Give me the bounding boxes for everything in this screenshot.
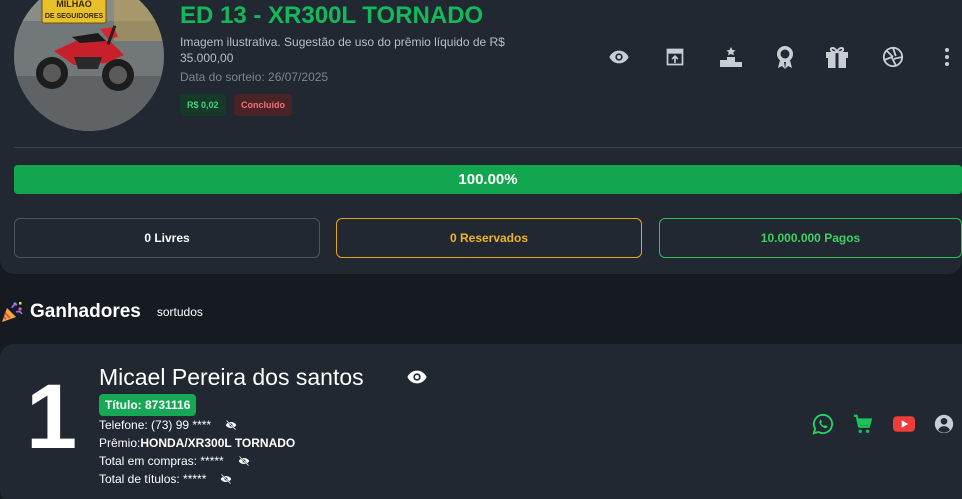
winner-prize-row: Prêmio: HONDA/XR300L TORNADO [99, 436, 295, 450]
winner-titles-row: Total de títulos: ***** [99, 472, 232, 486]
whatsapp-icon [812, 413, 834, 435]
view-button[interactable] [604, 42, 634, 72]
cart-icon [853, 414, 873, 433]
progress-label: 100.00% [458, 171, 518, 188]
whatsapp-button[interactable] [810, 412, 836, 436]
reveal-titles-button[interactable] [220, 473, 232, 485]
gift-icon [826, 46, 848, 68]
status-badge: Concluído [234, 94, 292, 116]
reveal-total-button[interactable] [238, 455, 250, 467]
profile-button[interactable] [931, 412, 957, 436]
reserved-count-button[interactable]: 0 Reservados [336, 218, 642, 258]
raffle-description: Imagem ilustrativa. Sugestão de uso do p… [180, 35, 505, 65]
ranking-button[interactable] [716, 42, 746, 72]
podium-icon [720, 47, 742, 67]
winner-total-row: Total em compras: ***** [99, 454, 250, 468]
image-banner-line2: DE SEGUIDORES [45, 13, 104, 20]
share-button[interactable] [660, 42, 690, 72]
draw-date: Data do sorteio: 26/07/2025 [180, 70, 329, 84]
eye-icon [407, 370, 427, 384]
aperture-button[interactable] [878, 42, 908, 72]
eye-off-icon [221, 473, 232, 485]
image-banner-line1: MILHÃO [56, 0, 92, 9]
winners-subtitle: sortudos [156, 305, 203, 319]
reveal-phone-button[interactable] [225, 419, 237, 431]
free-count-button[interactable]: 0 Livres [14, 218, 320, 258]
winners-title: Ganhadores [30, 301, 141, 322]
winner-card: 1 Micael Pereira dos santos Título: 8731… [0, 344, 962, 499]
paid-count-button[interactable]: 10.000.000 Pagos [659, 218, 962, 258]
more-vertical-icon [945, 48, 949, 66]
ticket-badge: Título: 8731116 [99, 394, 197, 416]
winner-name: Micael Pereira dos santos [99, 364, 364, 390]
winner-phone: Telefone: (73) 99 **** [99, 418, 212, 432]
more-button[interactable] [932, 42, 962, 72]
youtube-icon [893, 416, 915, 432]
winners-header: Ganhadores sortudos [0, 299, 203, 325]
gift-button[interactable] [822, 42, 852, 72]
aperture-icon [882, 46, 904, 68]
winner-place: 1 [26, 366, 78, 468]
raffle-actions [600, 42, 962, 72]
raffle-title: ED 13 - XR300L TORNADO [180, 2, 484, 29]
youtube-button[interactable] [891, 412, 917, 436]
cart-button[interactable] [850, 412, 876, 436]
prize-label: Prêmio: [99, 436, 141, 450]
divider [14, 147, 962, 148]
eye-off-icon [225, 419, 237, 431]
party-popper-icon [2, 302, 23, 322]
award-icon [777, 46, 793, 69]
prize-value: HONDA/XR300L TORNADO [140, 436, 296, 450]
eye-icon [609, 50, 629, 64]
price-badge: R$ 0,02 [180, 94, 226, 116]
winner-actions [810, 412, 962, 436]
winner-total-titles: Total de títulos: ***** [99, 472, 207, 486]
share-icon [666, 48, 684, 66]
view-winner-button[interactable] [404, 366, 430, 388]
user-circle-icon [934, 414, 954, 434]
progress-bar: 100.00% [14, 165, 962, 194]
winner-total-purchases: Total em compras: ***** [99, 454, 224, 468]
winner-phone-row: Telefone: (73) 99 **** [99, 418, 237, 432]
eye-off-icon [238, 455, 249, 467]
award-button[interactable] [770, 42, 800, 72]
